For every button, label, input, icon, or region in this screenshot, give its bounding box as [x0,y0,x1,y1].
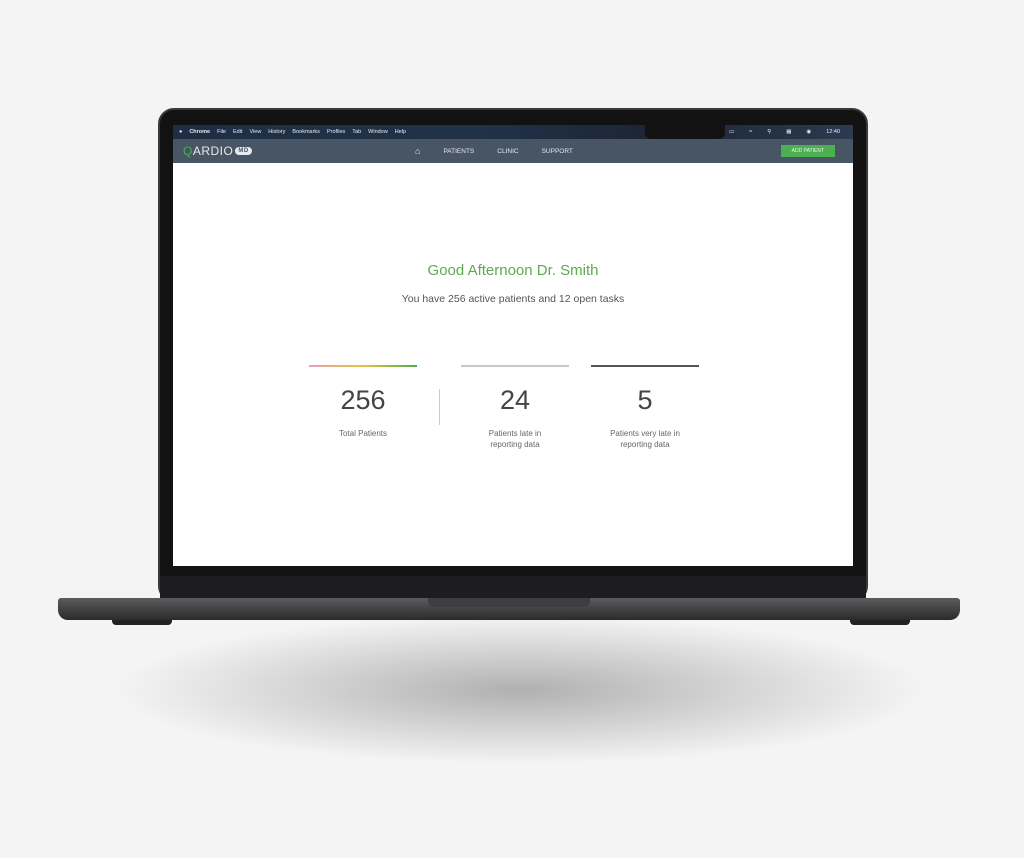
laptop-foot [850,620,910,625]
stat-late-patients[interactable]: 24 Patients late in reporting data [461,365,569,450]
wifi-icon[interactable]: ≈ [749,129,752,135]
menu-tab[interactable]: Tab [352,129,361,135]
siri-icon[interactable]: ◉ [806,129,811,135]
divider [439,389,440,425]
nav-patients[interactable]: PATIENTS [443,148,474,155]
stat-total-patients[interactable]: 256 Total Patients [309,365,417,439]
logo-badge: MD [235,147,252,155]
app-navbar: Q ARDIO MD ⌂ PATIENTS CLINIC SUPPORT ADD P… [173,139,853,163]
summary-text: You have 256 active patients and 12 open… [401,293,625,305]
stat-bar [461,365,569,367]
qardio-logo[interactable]: Q ARDIO MD [183,144,252,158]
battery-icon[interactable]: ▭ [729,129,734,135]
home-icon[interactable]: ⌂ [415,146,420,156]
stat-bar [591,365,699,367]
stat-label: Total Patients [338,429,388,438]
apple-icon[interactable]: ● [179,129,182,135]
stat-label: Patients late in reporting data [488,429,542,449]
search-icon[interactable]: ⚲ [767,129,771,135]
control-center-icon[interactable]: ▦ [786,129,791,135]
stat-very-late-patients[interactable]: 5 Patients very late in reporting data [591,365,699,450]
stat-label: Patients very late in reporting data [610,429,680,449]
menu-history[interactable]: History [268,129,285,135]
laptop-opening-notch [428,598,590,607]
menu-view[interactable]: View [249,129,261,135]
menu-bookmarks[interactable]: Bookmarks [292,129,320,135]
laptop-chin [160,576,866,600]
camera-notch [645,125,725,139]
nav-support[interactable]: SUPPORT [542,148,573,155]
macos-menubar: ● Chrome File Edit View History Bookmark… [173,125,853,139]
menu-window[interactable]: Window [368,129,388,135]
greeting: Good Afternoon Dr. Smith [427,262,599,279]
stat-value: 5 [637,385,653,415]
stat-value: 24 [499,385,531,415]
logo-text: ARDIO [192,144,234,158]
stat-value: 256 [340,385,386,415]
laptop-foot [112,620,172,625]
menu-edit[interactable]: Edit [233,129,242,135]
laptop-shadow [110,615,930,765]
screen: ● Chrome File Edit View History Bookmark… [173,125,853,566]
add-patient-button[interactable]: ADD PATIENT [780,145,835,157]
menu-file[interactable]: File [217,129,226,135]
stat-bar [309,365,417,367]
clock: 12:40 [826,129,840,135]
logo-q: Q [183,144,193,158]
nav-clinic[interactable]: CLINIC [497,148,518,155]
menu-help[interactable]: Help [395,129,406,135]
menu-profiles[interactable]: Profiles [327,129,345,135]
menu-app[interactable]: Chrome [189,129,210,135]
